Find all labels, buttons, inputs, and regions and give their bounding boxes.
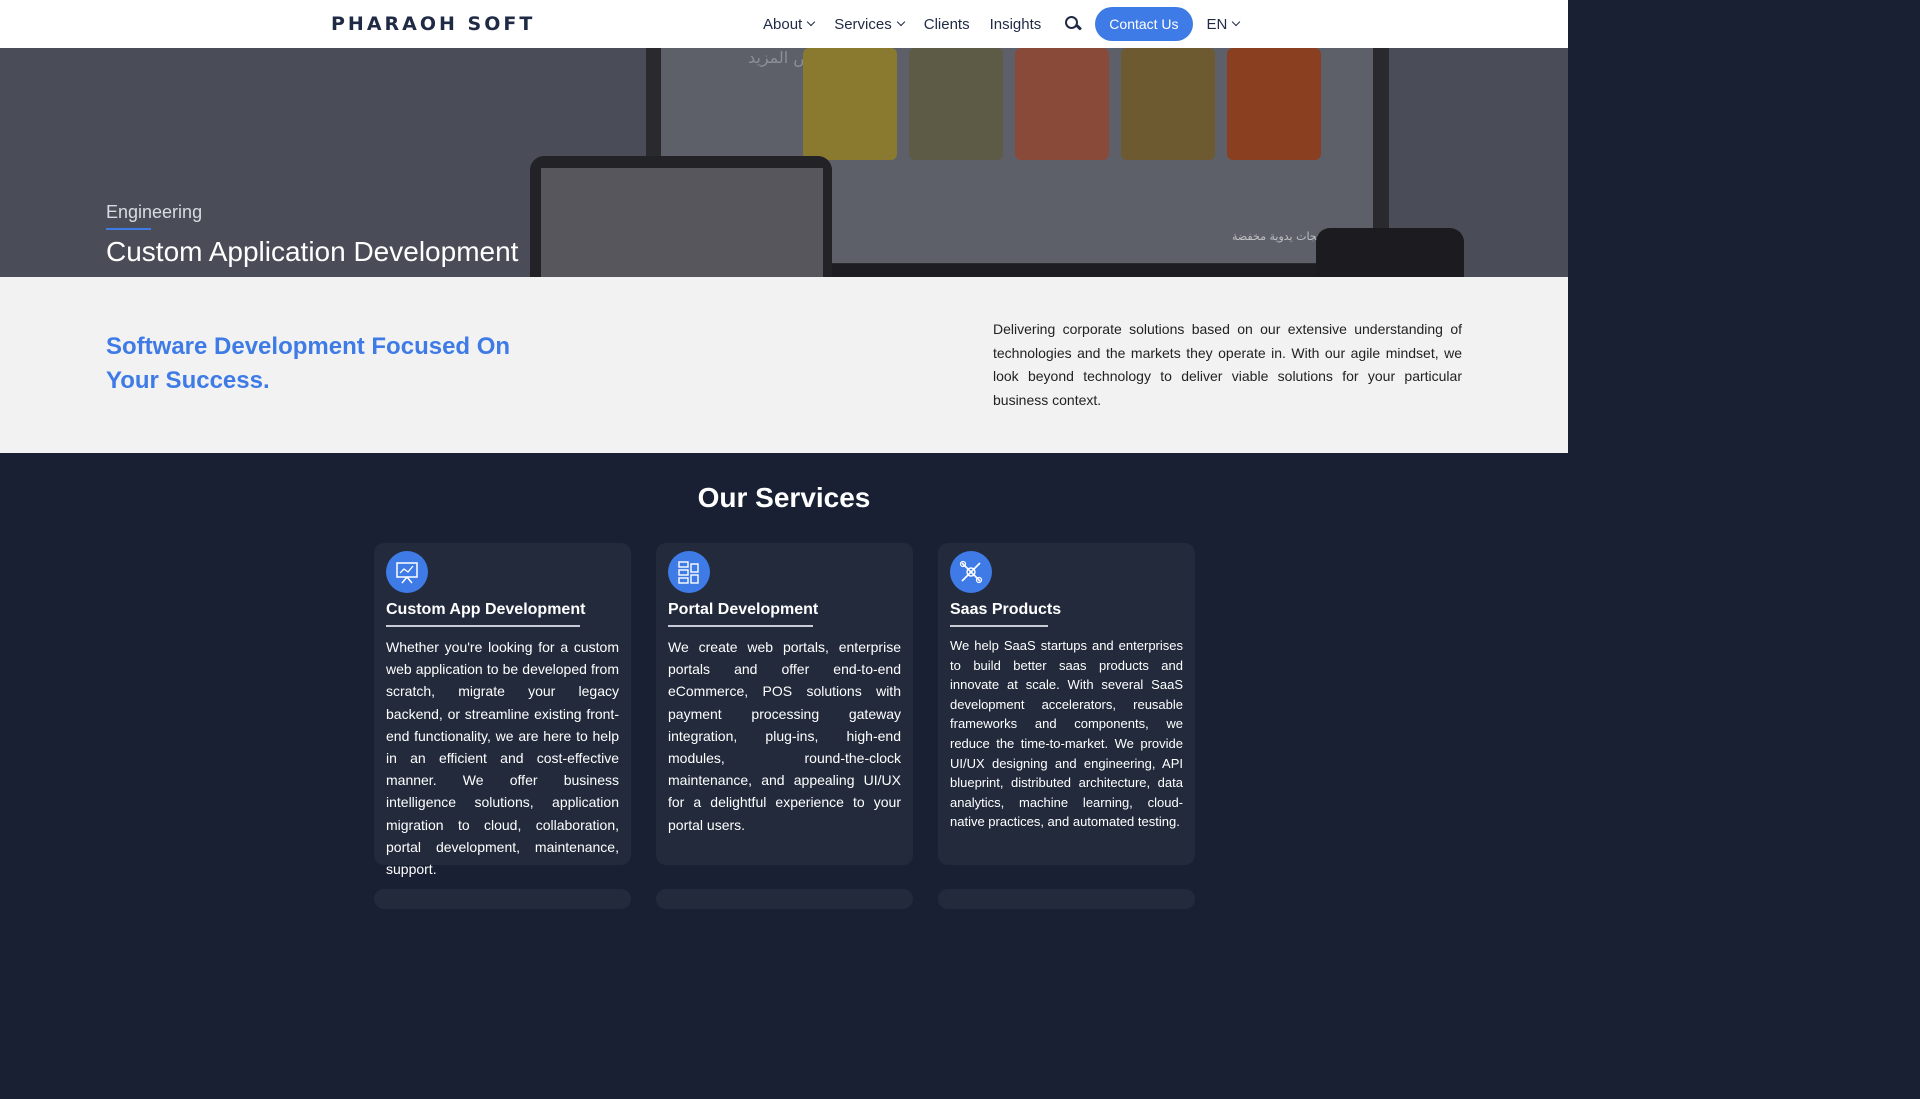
page-title: Custom Application Development xyxy=(106,236,519,267)
nav-about[interactable]: About xyxy=(763,15,816,33)
hero-banner: عرض المزيد منتجات يدوية مخفضة Engineerin… xyxy=(0,48,1568,277)
services-section: Our Services Custom App Development Whet… xyxy=(0,453,1568,909)
hero-tablet-screen xyxy=(541,168,823,277)
chevron-down-icon xyxy=(1232,17,1241,27)
hero-monitor-base xyxy=(832,264,1316,277)
service-card[interactable]: Custom App Development Whether you're lo… xyxy=(374,543,631,877)
nav-insights-label: Insights xyxy=(989,15,1042,33)
product-image xyxy=(909,48,1003,160)
nav-clients[interactable]: Clients xyxy=(924,16,970,33)
language-label: EN xyxy=(1206,15,1228,33)
chevron-down-icon xyxy=(806,17,816,27)
card-underline xyxy=(668,625,813,627)
hero-underline xyxy=(106,228,151,230)
service-card-title: Custom App Development xyxy=(386,601,586,618)
nav-services-label: Services xyxy=(834,15,892,33)
intro-text: Delivering corporate solutions based on … xyxy=(993,321,1462,409)
service-card-title: Portal Development xyxy=(668,601,819,618)
service-card[interactable]: Saas Products We help SaaS startups and … xyxy=(938,543,1195,865)
main-nav: About Services Clients Insights Contact … xyxy=(763,0,1259,48)
hero-eyebrow: Engineering xyxy=(106,202,203,222)
nav-insights[interactable]: Insights xyxy=(990,16,1042,33)
hero-arabic-sale: منتجات يدوية مخفضة xyxy=(1232,230,1330,243)
search-icon[interactable] xyxy=(1063,14,1083,34)
intro-section: Software Development Focused On Your Suc… xyxy=(0,277,1568,453)
service-card-title: Saas Products xyxy=(950,601,1062,618)
intro-heading: Software Development Focused On Your Suc… xyxy=(106,333,511,394)
product-image xyxy=(1015,48,1109,160)
service-card[interactable] xyxy=(656,889,913,909)
card-underline xyxy=(386,625,580,627)
service-card[interactable] xyxy=(374,889,631,909)
card-underline xyxy=(950,625,1048,627)
site-header: PHARAOH SOFT About Services Clients Insi… xyxy=(0,0,1568,48)
language-selector[interactable]: EN xyxy=(1206,15,1241,33)
service-card[interactable]: Portal Development We create web portals… xyxy=(656,543,913,865)
tools-icon xyxy=(950,551,992,593)
nav-clients-label: Clients xyxy=(923,15,970,33)
logo[interactable]: PHARAOH SOFT xyxy=(331,13,535,35)
nav-about-label: About xyxy=(763,15,803,33)
chevron-down-icon xyxy=(896,17,905,27)
contact-us-button[interactable]: Contact Us xyxy=(1095,7,1193,41)
product-image xyxy=(803,48,897,160)
hero-phone xyxy=(1316,228,1464,277)
service-card-text: We help SaaS startups and enterprises to… xyxy=(950,638,1183,830)
presentation-icon xyxy=(386,551,428,593)
service-card-text: Whether you're looking for a custom web … xyxy=(386,639,619,878)
portal-icon xyxy=(668,551,710,593)
service-card-text: We create web portals, enterprise portal… xyxy=(668,639,901,833)
product-image xyxy=(1227,48,1321,160)
services-title: Our Services xyxy=(697,482,871,513)
nav-services[interactable]: Services xyxy=(834,15,905,33)
service-card[interactable] xyxy=(938,889,1195,909)
product-image xyxy=(1121,48,1215,160)
